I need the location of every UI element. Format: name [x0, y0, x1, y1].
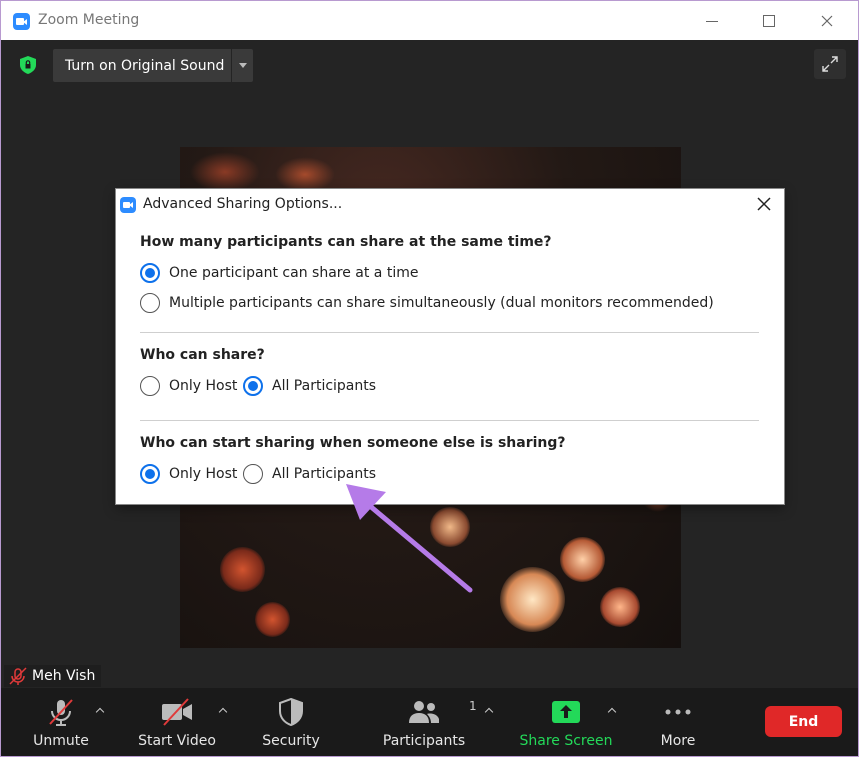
start-video-label: Start Video: [138, 733, 216, 749]
radio-selected[interactable]: [243, 376, 263, 396]
section-divider: [140, 420, 759, 421]
more-label: More: [660, 733, 696, 749]
advanced-sharing-dialog: Advanced Sharing Options... How many par…: [116, 189, 784, 504]
radio-selected[interactable]: [140, 464, 160, 484]
caret-down-icon: [238, 63, 247, 68]
more-button[interactable]: More: [653, 688, 703, 757]
annotation-arrow: [346, 484, 473, 593]
participant-name: Meh Vish: [32, 668, 96, 684]
minimize-button[interactable]: [697, 9, 727, 33]
share-screen-icon: [552, 701, 580, 723]
encryption-shield-icon[interactable]: [20, 56, 36, 74]
question-start-sharing: Who can start sharing when someone else …: [140, 435, 566, 451]
zoom-app-icon: [13, 13, 30, 30]
video-options-caret[interactable]: [218, 707, 228, 715]
window-titlebar: Zoom Meeting: [0, 0, 859, 40]
audio-options-caret[interactable]: [95, 707, 105, 715]
close-icon: [821, 15, 833, 27]
radio-unselected[interactable]: [140, 376, 160, 396]
muted-mic-icon: [9, 667, 27, 685]
radio-unselected[interactable]: [140, 293, 160, 313]
security-label: Security: [262, 733, 320, 749]
video-off-icon: [162, 698, 192, 726]
question-share-count: How many participants can share at the s…: [140, 234, 552, 250]
option-multiple-participants[interactable]: Multiple participants can share simultan…: [140, 293, 714, 313]
original-sound-dropdown[interactable]: [232, 49, 253, 82]
more-dots-icon: [665, 709, 691, 715]
participants-label: Participants: [382, 733, 466, 749]
window-title: Zoom Meeting: [38, 12, 140, 28]
fullscreen-button[interactable]: [814, 49, 846, 79]
option-one-participant[interactable]: One participant can share at a time: [140, 263, 418, 283]
section-divider: [140, 332, 759, 333]
close-window-button[interactable]: [812, 9, 842, 33]
option-label: Only Host: [169, 466, 238, 482]
original-sound-button[interactable]: Turn on Original Sound: [53, 49, 231, 82]
participants-options-caret[interactable]: [484, 707, 494, 715]
end-meeting-button[interactable]: End: [765, 706, 842, 737]
option-label: Multiple participants can share simultan…: [169, 295, 714, 311]
share-options-caret[interactable]: [607, 707, 617, 715]
dialog-title: Advanced Sharing Options...: [143, 196, 343, 212]
share-screen-label: Share Screen: [519, 733, 613, 749]
mic-muted-icon: [49, 699, 73, 726]
maximize-button[interactable]: [754, 9, 784, 33]
zoom-dialog-icon: [120, 197, 136, 213]
start-video-button[interactable]: Start Video: [137, 688, 217, 757]
expand-icon: [822, 56, 838, 72]
security-shield-icon: [279, 698, 303, 726]
option-label: Only Host: [169, 378, 238, 394]
option-only-host[interactable]: Only Host: [140, 376, 237, 396]
option-label: All Participants: [272, 378, 377, 394]
participants-count: 1: [469, 699, 477, 713]
dialog-close-icon[interactable]: [754, 194, 774, 214]
participant-name-tag: Meh Vish: [4, 665, 101, 687]
unmute-button[interactable]: Unmute: [27, 688, 95, 757]
maximize-icon: [763, 15, 775, 27]
minimize-icon: [706, 20, 718, 22]
security-button[interactable]: Security: [259, 688, 323, 757]
unmute-label: Unmute: [33, 733, 89, 749]
radio-unselected[interactable]: [243, 464, 263, 484]
participants-button[interactable]: 1 Participants: [381, 688, 477, 757]
share-screen-button[interactable]: Share Screen: [519, 688, 613, 757]
radio-selected[interactable]: [140, 263, 160, 283]
question-who-can-share: Who can share?: [140, 347, 265, 363]
option-only-host-start[interactable]: Only Host: [140, 464, 237, 484]
meeting-toolbar: Unmute Start Video Security 1 Participan…: [0, 688, 859, 757]
option-label: One participant can share at a time: [169, 265, 419, 281]
participants-icon: [409, 701, 439, 723]
option-all-participants[interactable]: All Participants: [243, 376, 376, 396]
